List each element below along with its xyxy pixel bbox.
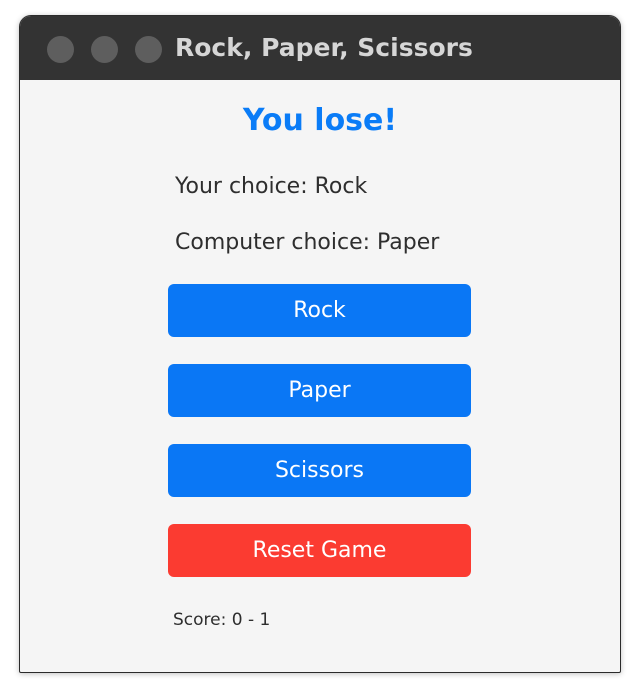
title-bar[interactable]: Rock, Paper, Scissors [20,16,620,80]
result-heading: You lose! [242,103,398,138]
computer-choice-label: Computer choice: Paper [175,230,440,255]
score-label: Score: 0 - 1 [173,610,271,630]
window-title: Rock, Paper, Scissors [175,33,473,62]
app-window: Rock, Paper, Scissors You lose! Your cho… [19,15,621,673]
your-choice-label: Your choice: Rock [175,174,368,199]
reset-game-button[interactable]: Reset Game [168,524,471,577]
minimize-window-button[interactable] [91,36,118,63]
rock-button[interactable]: Rock [168,284,471,337]
maximize-window-button[interactable] [135,36,162,63]
close-window-button[interactable] [47,36,74,63]
scissors-button[interactable]: Scissors [168,444,471,497]
paper-button[interactable]: Paper [168,364,471,417]
